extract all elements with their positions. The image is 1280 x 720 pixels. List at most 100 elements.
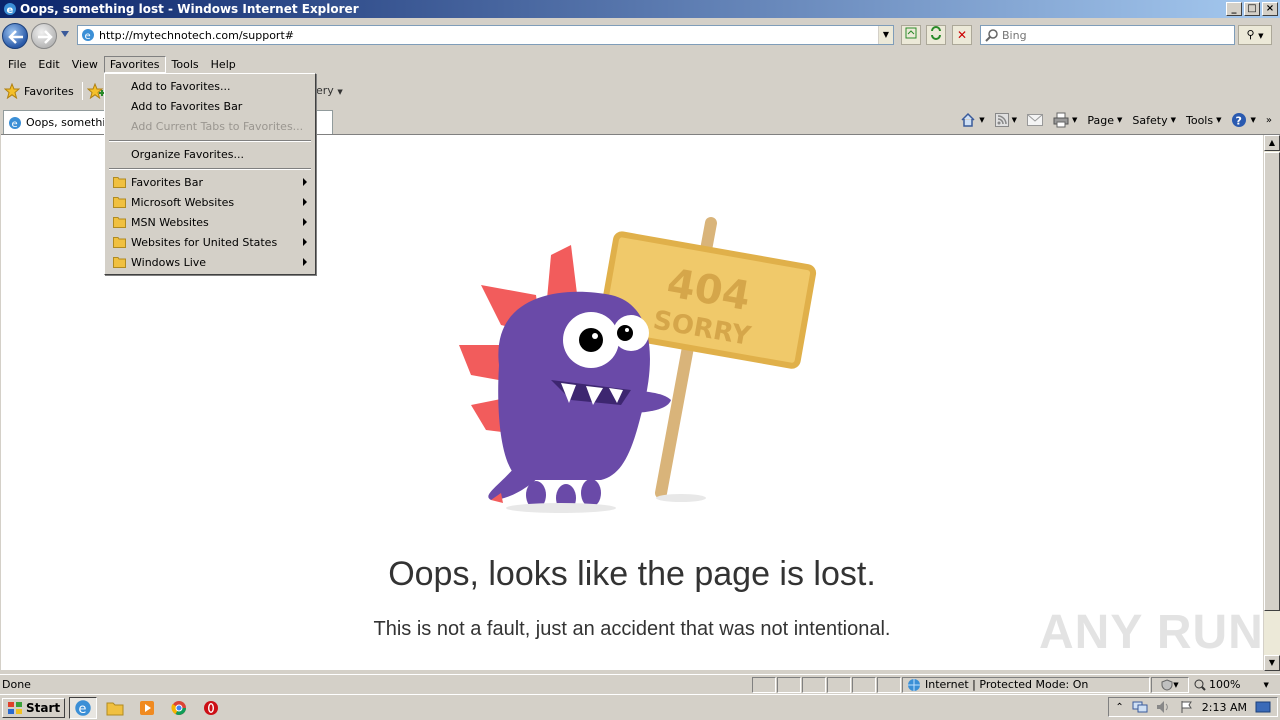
help-button[interactable]: ? ▼ xyxy=(1227,110,1259,130)
home-button[interactable]: ▼ xyxy=(956,110,988,130)
media-player-icon xyxy=(140,700,155,715)
add-to-favorites-item[interactable]: Add to Favorites... xyxy=(107,76,313,96)
status-cell xyxy=(877,676,901,693)
folder-icon xyxy=(113,177,126,188)
status-cell xyxy=(777,676,801,693)
submenu-arrow-icon xyxy=(303,178,307,186)
add-current-tabs-item: Add Current Tabs to Favorites... xyxy=(131,119,304,133)
refresh-button[interactable] xyxy=(926,25,946,45)
recent-pages-dropdown-icon[interactable] xyxy=(60,30,70,38)
command-bar: ▼ ▼ ▼ Page ▼ Safety ▼ Tools ▼ ? ▼ » xyxy=(956,110,1272,130)
system-tray: ⌃ 2:13 AM xyxy=(1108,697,1278,717)
menu-view[interactable]: View xyxy=(66,56,104,73)
favorites-button[interactable]: Favorites xyxy=(0,83,78,99)
maximize-button[interactable]: □ xyxy=(1244,2,1260,16)
feeds-button[interactable]: ▼ xyxy=(991,111,1021,129)
menu-tools[interactable]: Tools xyxy=(166,56,205,73)
svg-text:?: ? xyxy=(1236,115,1242,128)
address-dropdown-icon[interactable]: ▼ xyxy=(878,26,893,44)
search-input[interactable] xyxy=(1002,28,1222,42)
menu-edit[interactable]: Edit xyxy=(32,56,65,73)
folder-icon xyxy=(113,257,126,268)
clock[interactable]: 2:13 AM xyxy=(1202,701,1247,714)
url-text[interactable]: http://mytechnotech.com/support# xyxy=(99,29,878,42)
vertical-scrollbar[interactable]: ▲ ▼ xyxy=(1263,135,1280,671)
search-button[interactable]: ⚲ ▼ xyxy=(1238,25,1272,45)
show-desktop-icon[interactable] xyxy=(1255,700,1271,714)
network-icon[interactable] xyxy=(1132,700,1148,714)
safety-menu-button[interactable]: Safety ▼ xyxy=(1128,112,1180,129)
folder-icon xyxy=(113,217,126,228)
show-hidden-icons-icon[interactable]: ⌃ xyxy=(1115,702,1123,713)
stop-button[interactable]: ✕ xyxy=(952,25,972,45)
folder-icon xyxy=(113,237,126,248)
zoom-dropdown-icon[interactable]: ▼ xyxy=(1263,681,1268,689)
status-text: Done xyxy=(2,678,31,691)
folder-websites-for-united-states[interactable]: Websites for United States xyxy=(107,232,313,252)
mail-icon xyxy=(1026,114,1043,126)
organize-favorites-item[interactable]: Organize Favorites... xyxy=(107,144,313,164)
search-options-dropdown-icon[interactable]: ▼ xyxy=(1258,32,1263,40)
read-mail-button[interactable] xyxy=(1023,112,1047,128)
svg-text:e: e xyxy=(79,702,87,717)
taskbar-chrome[interactable] xyxy=(165,697,193,719)
folder-windows-live[interactable]: Windows Live xyxy=(107,252,313,272)
forward-button[interactable] xyxy=(31,23,57,49)
star-icon xyxy=(4,83,20,99)
search-provider-icon xyxy=(985,29,998,42)
forward-arrow-icon xyxy=(38,30,53,44)
start-button[interactable]: Start xyxy=(2,697,66,718)
submenu-arrow-icon xyxy=(303,238,307,246)
scroll-thumb[interactable] xyxy=(1264,152,1280,611)
home-icon xyxy=(961,112,975,127)
web-slice-gallery-label[interactable]: ery ▼ xyxy=(316,84,343,97)
chrome-icon xyxy=(171,700,187,715)
minimize-button[interactable]: _ xyxy=(1226,2,1242,16)
scroll-down-icon[interactable]: ▼ xyxy=(1264,655,1280,671)
status-cell xyxy=(852,676,876,693)
compatibility-view-button[interactable] xyxy=(901,25,921,45)
compat-icon xyxy=(905,27,917,39)
folder-icon xyxy=(113,197,126,208)
404-monster-illustration: 404 SORRY xyxy=(459,217,817,513)
status-cell xyxy=(802,676,826,693)
tools-menu-button[interactable]: Tools ▼ xyxy=(1182,112,1226,129)
rss-feed-icon xyxy=(994,113,1009,127)
menu-file[interactable]: File xyxy=(2,56,32,73)
page-menu-button[interactable]: Page ▼ xyxy=(1083,112,1126,129)
close-button[interactable]: × xyxy=(1262,2,1278,16)
menu-help[interactable]: Help xyxy=(205,56,242,73)
help-icon: ? xyxy=(1232,113,1247,128)
search-box[interactable] xyxy=(980,25,1235,45)
back-button[interactable] xyxy=(2,23,28,49)
stop-icon: ✕ xyxy=(956,28,968,42)
taskbar-ie[interactable]: e xyxy=(69,696,98,719)
svg-text:e: e xyxy=(85,31,91,42)
taskbar-media-player[interactable] xyxy=(133,697,161,719)
action-center-flag-icon[interactable] xyxy=(1180,700,1194,714)
scroll-up-icon[interactable]: ▲ xyxy=(1264,135,1280,151)
add-to-favorites-bar-item[interactable]: Add to Favorites Bar xyxy=(107,96,313,116)
taskbar: Start e ⌃ 2:13 AM xyxy=(0,694,1280,720)
menu-favorites[interactable]: Favorites xyxy=(103,55,166,73)
refresh-icon xyxy=(931,26,941,40)
svg-text:e: e xyxy=(12,119,18,130)
zone-text: Internet | Protected Mode: On xyxy=(925,678,1089,691)
menu-separator xyxy=(109,168,311,170)
window-title: Oops, something lost - Windows Internet … xyxy=(20,2,359,16)
folder-favorites-bar[interactable]: Favorites Bar xyxy=(107,172,313,192)
folder-msn-websites[interactable]: MSN Websites xyxy=(107,212,313,232)
address-field[interactable]: e http://mytechnotech.com/support# ▼ xyxy=(77,25,894,45)
taskbar-opera[interactable] xyxy=(197,697,225,719)
security-zone[interactable]: Internet | Protected Mode: On xyxy=(902,676,1150,693)
taskbar-explorer[interactable] xyxy=(101,697,129,719)
toolbar-separator xyxy=(81,82,83,100)
navigation-bar: e http://mytechnotech.com/support# ▼ ✕ ⚲… xyxy=(0,18,1280,54)
toolbar-overflow-icon[interactable]: » xyxy=(1266,115,1272,126)
print-button[interactable]: ▼ xyxy=(1049,110,1081,130)
protected-mode-button[interactable]: ▼ xyxy=(1151,676,1189,693)
volume-icon[interactable] xyxy=(1156,700,1172,714)
folder-microsoft-websites[interactable]: Microsoft Websites xyxy=(107,192,313,212)
zoom-control[interactable]: 100% ▼ xyxy=(1190,678,1273,691)
add-to-favorites-bar-icon[interactable] xyxy=(86,83,105,99)
